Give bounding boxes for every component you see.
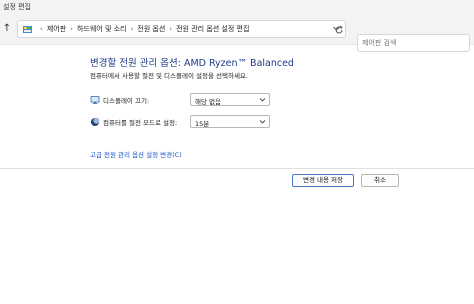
advanced-settings-link[interactable]: 고급 전원 관리 옵션 설정 변경(C)	[90, 149, 182, 159]
divider	[0, 168, 474, 169]
page-title: 변경할 전원 관리 옵션: AMD Ryzen™ Balanced	[90, 58, 294, 69]
breadcrumb: › 제어판 › 하드웨어 및 소리 › 전원 옵션 › 전원 관리 옵션 설정 …	[36, 21, 249, 37]
up-arrow-icon[interactable]: ↑	[2, 23, 12, 35]
address-bar[interactable]: › 제어판 › 하드웨어 및 소리 › 전원 옵션 › 전원 관리 옵션 설정 …	[17, 20, 346, 38]
window-title: 설정 편집	[3, 3, 31, 11]
breadcrumb-item-hardware-sound[interactable]: 하드웨어 및 소리	[77, 21, 127, 37]
chevron-down-icon	[259, 120, 266, 124]
chevron-down-icon	[259, 98, 266, 102]
navigation-bar: ↑ › 제어판 › 하드웨어 및 소리 › 전원 옵션 › 전원 관리 옵션 설…	[0, 14, 474, 52]
sleep-select[interactable]: 15분	[190, 115, 270, 128]
search-box[interactable]	[357, 34, 470, 52]
breadcrumb-item-edit-plan[interactable]: 전원 관리 옵션 설정 편집	[176, 21, 249, 37]
breadcrumb-separator: ›	[40, 25, 43, 33]
display-off-select[interactable]: 해당 없음	[190, 93, 270, 106]
search-input[interactable]	[362, 36, 466, 50]
control-panel-icon	[23, 26, 32, 33]
breadcrumb-item-power-options[interactable]: 전원 옵션	[137, 21, 165, 37]
display-off-label: 디스플레이 끄기:	[103, 97, 150, 105]
breadcrumb-separator: ›	[169, 25, 173, 33]
page-subtitle: 컴퓨터에서 사용할 절전 및 디스플레이 설정을 선택하세요.	[90, 72, 248, 80]
cancel-button[interactable]: 취소	[361, 174, 399, 187]
moon-icon	[91, 117, 100, 126]
refresh-icon[interactable]	[334, 25, 344, 35]
breadcrumb-separator: ›	[130, 25, 134, 33]
sleep-label: 컴퓨터를 절전 모드로 설정:	[103, 119, 178, 127]
sleep-value: 15분	[195, 120, 210, 128]
breadcrumb-item-control-panel[interactable]: 제어판	[47, 21, 66, 37]
monitor-icon	[90, 96, 100, 104]
display-off-value: 해당 없음	[195, 98, 221, 106]
title-bar: 설정 편집	[0, 0, 474, 14]
save-changes-button[interactable]: 변경 내용 저장	[292, 174, 354, 187]
breadcrumb-separator: ›	[70, 25, 73, 33]
